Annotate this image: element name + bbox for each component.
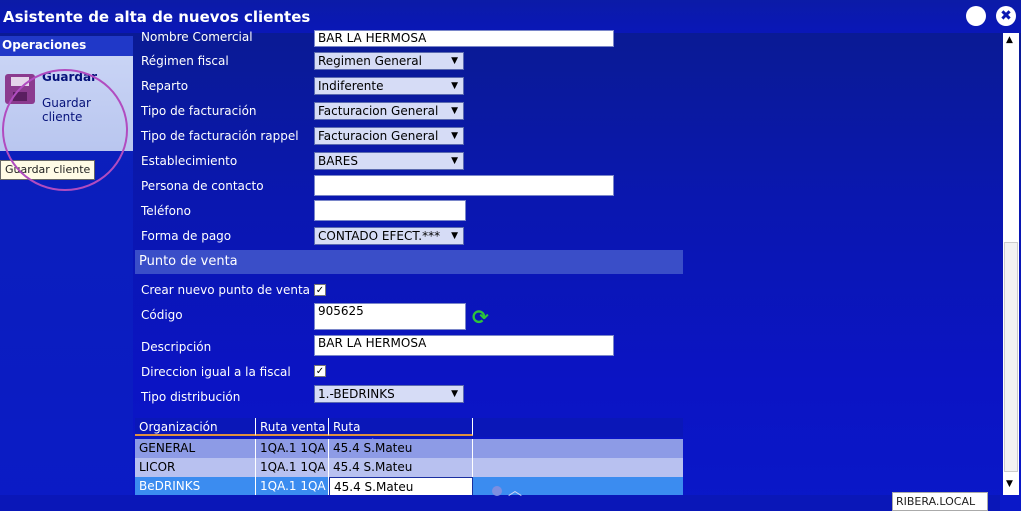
descripcion-input[interactable]: BAR LA HERMOSA (314, 335, 614, 356)
establecimiento-value: BARES (318, 154, 358, 168)
pager-dot[interactable] (492, 486, 502, 496)
reparto-value: Indiferente (318, 79, 384, 93)
scroll-thumb[interactable] (1004, 242, 1018, 472)
persona-contacto-label: Persona de contacto (141, 179, 264, 193)
forma-pago-select[interactable]: CONTADO EFECT.*** ▼ (314, 227, 464, 245)
table-row[interactable]: LICOR 1QA.1 1QA 45.4 S.Mateu (135, 458, 683, 477)
regimen-fiscal-select[interactable]: Regimen General ▼ (314, 52, 464, 70)
crear-punto-venta-label: Crear nuevo punto de venta (141, 283, 311, 297)
codigo-label: Código (141, 308, 183, 322)
establecimiento-select[interactable]: BARES ▼ (314, 152, 464, 170)
tipo-distribucion-label: Tipo distribución (141, 390, 241, 404)
dropdown-arrow-icon: ▼ (451, 106, 458, 116)
nombre-comercial-input[interactable]: BAR LA HERMOSA (314, 30, 614, 47)
table-cell[interactable]: 45.4 S.Mateu (329, 477, 473, 496)
grid-header: Organización venta Ruta venta Ruta geogr… (135, 418, 683, 452)
chevron-up-icon[interactable]: ︿ (508, 480, 522, 500)
telefono-input[interactable] (314, 200, 466, 221)
tipo-distribucion-select[interactable]: 1.-BEDRINKS ▼ (314, 385, 464, 403)
persona-contacto-input[interactable] (314, 175, 614, 196)
dropdown-arrow-icon: ▼ (451, 131, 458, 141)
tipo-facturacion-label: Tipo de facturación (141, 104, 257, 118)
regimen-fiscal-label: Régimen fiscal (141, 54, 229, 68)
scroll-down-icon[interactable]: ▼ (1006, 479, 1013, 489)
reparto-select[interactable]: Indiferente ▼ (314, 77, 464, 95)
tipo-facturacion-select[interactable]: Facturacion General ▼ (314, 102, 464, 120)
forma-pago-value: CONTADO EFECT.*** (318, 229, 441, 243)
tipo-distribucion-value: 1.-BEDRINKS (318, 387, 395, 401)
close-button[interactable]: ✖ (996, 6, 1016, 26)
refresh-icon[interactable]: ⟳ (472, 306, 492, 328)
operations-header: Operaciones (0, 36, 133, 56)
dropdown-arrow-icon: ▼ (451, 156, 458, 166)
direccion-igual-checkbox[interactable]: ✓ (314, 365, 326, 377)
dropdown-arrow-icon: ▼ (451, 56, 458, 66)
tipo-facturacion-value: Facturacion General (318, 104, 439, 118)
scroll-up-icon[interactable]: ▲ (1006, 35, 1013, 45)
vertical-scrollbar[interactable]: ▲ ▼ (1003, 33, 1019, 495)
table-cell: BeDRINKS (135, 477, 256, 496)
column-header[interactable]: Ruta geográfica/reparto (329, 418, 473, 452)
dropdown-arrow-icon: ▼ (451, 389, 458, 399)
punto-venta-header: Punto de venta (135, 250, 683, 274)
title-bar: Asistente de alta de nuevos clientes ✖ (0, 0, 1021, 33)
table-cell: 1QA.1 1QA (256, 439, 329, 458)
descripcion-label: Descripción (141, 340, 212, 354)
table-cell: 45.4 S.Mateu (329, 439, 473, 458)
help-button[interactable] (966, 6, 986, 26)
sidebar: Operaciones Guardar Guardar cliente Guar… (0, 36, 133, 511)
window-title: Asistente de alta de nuevos clientes (3, 8, 311, 26)
regimen-fiscal-value: Regimen General (318, 54, 422, 68)
nombre-comercial-label: Nombre Comercial (141, 30, 253, 44)
crear-punto-venta-checkbox[interactable]: ✓ (314, 284, 326, 296)
telefono-label: Teléfono (141, 204, 191, 218)
tipo-facturacion-rappel-label: Tipo de facturación rappel (141, 129, 299, 143)
codigo-input[interactable]: 905625 (314, 303, 466, 330)
direccion-igual-label: Direccion igual a la fiscal (141, 365, 291, 379)
tipo-facturacion-rappel-select[interactable]: Facturacion General ▼ (314, 127, 464, 145)
tipo-facturacion-rappel-value: Facturacion General (318, 129, 439, 143)
table-cell: 1QA.1 1QA (256, 458, 329, 477)
bottom-bar (0, 495, 1000, 511)
close-icon: ✖ (1000, 8, 1012, 24)
reparto-label: Reparto (141, 79, 189, 93)
dropdown-arrow-icon: ▼ (451, 231, 458, 241)
dropdown-arrow-icon: ▼ (451, 81, 458, 91)
form-content: Nombre Comercial BAR LA HERMOSA Régimen … (135, 30, 1000, 511)
table-row[interactable]: BeDRINKS 1QA.1 1QA 45.4 S.Mateu (135, 477, 683, 496)
highlight-circle (2, 69, 128, 191)
table-cell: LICOR (135, 458, 256, 477)
forma-pago-label: Forma de pago (141, 229, 232, 243)
establecimiento-label: Establecimiento (141, 154, 238, 168)
table-cell: 45.4 S.Mateu (329, 458, 473, 477)
column-header[interactable]: Organización venta (135, 418, 256, 452)
table-cell: 1QA.1 1QA (256, 477, 329, 496)
server-status: RIBERA.LOCAL (892, 492, 988, 511)
table-row[interactable]: GENERAL 1QA.1 1QA 45.4 S.Mateu (135, 439, 683, 458)
column-header[interactable]: Ruta venta (256, 418, 329, 436)
table-cell: GENERAL (135, 439, 256, 458)
